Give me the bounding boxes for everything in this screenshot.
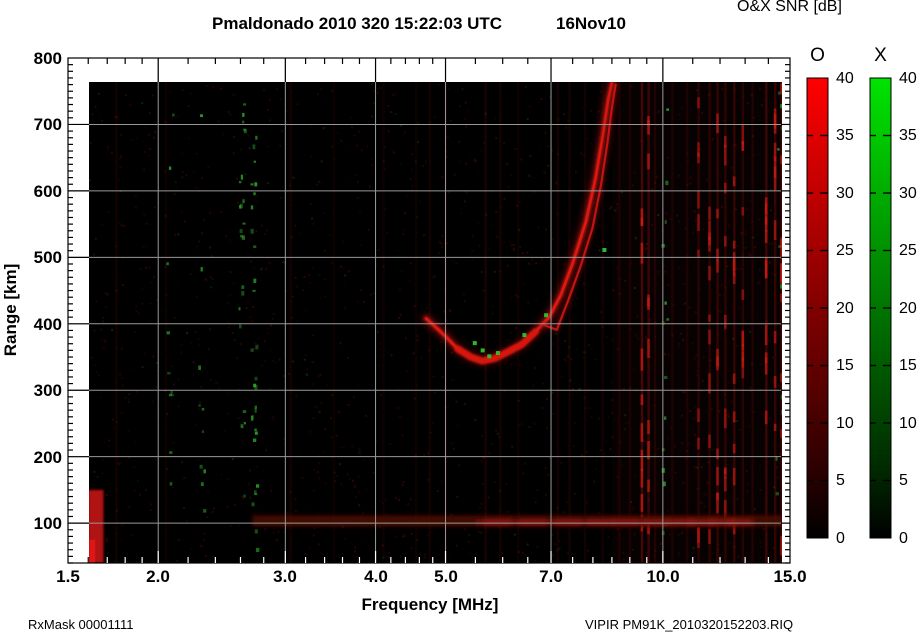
ionogram-page: { "chart_data": { "type": "heatmap", "ti… — [0, 0, 922, 636]
colorbar-x — [869, 77, 892, 539]
colorbar-o — [806, 77, 829, 539]
e-region-band — [252, 515, 782, 527]
tx-artifact — [89, 489, 104, 563]
ionogram-plot — [67, 57, 892, 564]
